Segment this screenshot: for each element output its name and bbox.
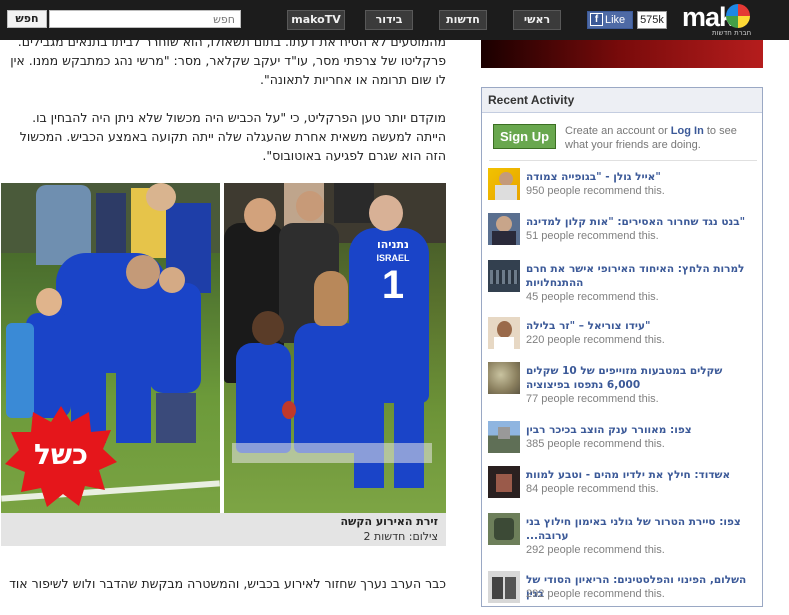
- activity-thumbnail: [488, 213, 520, 245]
- logo-subtitle: חברת חדשות: [712, 29, 752, 37]
- recent-activity-widget: Recent Activity Sign Up Create an accoun…: [481, 87, 763, 607]
- divider: [489, 160, 757, 161]
- facebook-like-button[interactable]: f Like: [587, 11, 633, 29]
- activity-item[interactable]: "עידו צוריאל – "זר בלילה 220 people reco…: [488, 317, 758, 361]
- activity-thumbnail: [488, 317, 520, 349]
- nav-item-entertainment[interactable]: בידור: [365, 10, 413, 30]
- recent-activity-header: Recent Activity: [482, 88, 762, 113]
- activity-item-title[interactable]: "אייל גולן - "בגופייה צמודה: [526, 170, 758, 184]
- activity-item-title[interactable]: צפו: מאוורר ענק הוצב בכיכר רבין: [526, 423, 758, 437]
- activity-item-title[interactable]: "עידו צוריאל – "זר בלילה: [526, 319, 758, 333]
- activity-item-title[interactable]: למרות הלחץ: האיחוד האירופי אישר את חרם ה…: [526, 262, 758, 290]
- nav-item-home[interactable]: ראשי: [513, 10, 561, 30]
- jersey-country: ISRAEL: [376, 253, 410, 263]
- activity-thumbnail: [488, 571, 520, 603]
- jersey-name: נתניהו: [376, 238, 410, 251]
- activity-item[interactable]: שקלים במטבעות מזוייפים של 10 שקלים 6,000…: [488, 362, 758, 406]
- activity-thumbnail: [488, 421, 520, 453]
- activity-item-count: 292 people recommend this.: [526, 544, 665, 556]
- activity-item[interactable]: השלום, הפינוי והפלסטינים: הריאיון הסודי …: [488, 571, 758, 615]
- like-count-badge: 575k: [637, 11, 667, 29]
- nav-item-makotv[interactable]: makoTV: [287, 10, 345, 30]
- article-photo: נתניהו ISRAEL 1 כשל: [1, 183, 446, 513]
- activity-item-title[interactable]: "בנט נגד שחרור האסירים: "אות קלון למדינה: [526, 215, 758, 229]
- sign-up-button[interactable]: Sign Up: [493, 124, 556, 149]
- article-paragraph: כבר הערב נערך שחזור לאירוע בכביש, והמשטר…: [9, 576, 446, 591]
- fail-badge: כשל: [5, 404, 117, 508]
- activity-item-count: 84 people recommend this.: [526, 483, 659, 495]
- caption-title: זירת האירוע הקשה: [340, 515, 438, 528]
- activity-item[interactable]: צפו: מאוורר ענק הוצב בכיכר רבין 385 peop…: [488, 421, 758, 465]
- activity-item[interactable]: אשדוד: חילץ את ילדיו מהים - וטבע למוות 8…: [488, 466, 758, 510]
- mako-logo[interactable]: mako חברת חדשות: [682, 2, 786, 38]
- signup-prompt: Create an account or Log In to see what …: [565, 124, 755, 152]
- activity-item[interactable]: למרות הלחץ: האיחוד האירופי אישר את חרם ה…: [488, 260, 758, 304]
- activity-thumbnail: [488, 260, 520, 292]
- activity-item-title[interactable]: צפו: סיירת הטרור של גולני באימון חילוץ ב…: [526, 515, 758, 543]
- activity-item[interactable]: "אייל גולן - "בגופייה צמודה 950 people r…: [488, 168, 758, 212]
- activity-thumbnail: [488, 362, 520, 394]
- fail-badge-label: כשל: [33, 438, 89, 471]
- article-body: מהמוסעים לא הסיח את דעתו. בתום תשאולו, ה…: [0, 40, 452, 594]
- sidebar-banner[interactable]: [481, 40, 763, 68]
- activity-item-count: 292 people recommend this.: [526, 588, 665, 600]
- activity-item-count: 77 people recommend this.: [526, 393, 659, 405]
- jersey-number: 1: [381, 263, 405, 307]
- activity-thumbnail: [488, 513, 520, 545]
- logo-ball-icon: [726, 4, 750, 28]
- activity-thumbnail: [488, 466, 520, 498]
- article-paragraph: מוקדם יותר טען הפרקליט, כי "על הכביש היה…: [19, 110, 446, 163]
- activity-item-title[interactable]: שקלים במטבעות מזוייפים של 10 שקלים 6,000…: [526, 364, 758, 392]
- facebook-icon: f: [590, 13, 603, 26]
- photo-caption: זירת האירוע הקשה צילום: חדשות 2: [1, 513, 446, 546]
- activity-item-count: 385 people recommend this.: [526, 438, 665, 450]
- signup-prompt-text: Create an account or: [565, 125, 671, 137]
- search-input[interactable]: [49, 10, 241, 28]
- nav-item-news[interactable]: חדשות: [439, 10, 487, 30]
- facebook-like-label: Like: [605, 14, 626, 26]
- activity-item-title[interactable]: אשדוד: חילץ את ילדיו מהים - וטבע למוות: [526, 468, 758, 482]
- login-link[interactable]: Log In: [671, 125, 704, 137]
- activity-item[interactable]: "בנט נגד שחרור האסירים: "אות קלון למדינה…: [488, 213, 758, 257]
- activity-item-count: 950 people recommend this.: [526, 185, 665, 197]
- activity-item[interactable]: צפו: סיירת הטרור של גולני באימון חילוץ ב…: [488, 513, 758, 557]
- activity-thumbnail: [488, 168, 520, 200]
- top-navigation-bar: חפש makoTV בידור חדשות ראשי fLike 575k m…: [0, 0, 789, 40]
- caption-credit: צילום: חדשות 2: [363, 530, 438, 543]
- search-button[interactable]: חפש: [7, 10, 47, 28]
- photo-right-panel: נתניהו ISRAEL 1: [224, 183, 446, 513]
- article-paragraph: מהמוסעים לא הסיח את דעתו. בתום תשאולו, ה…: [10, 40, 446, 87]
- activity-item-count: 220 people recommend this.: [526, 334, 665, 346]
- activity-item-count: 45 people recommend this.: [526, 291, 659, 303]
- activity-item-count: 51 people recommend this.: [526, 230, 659, 242]
